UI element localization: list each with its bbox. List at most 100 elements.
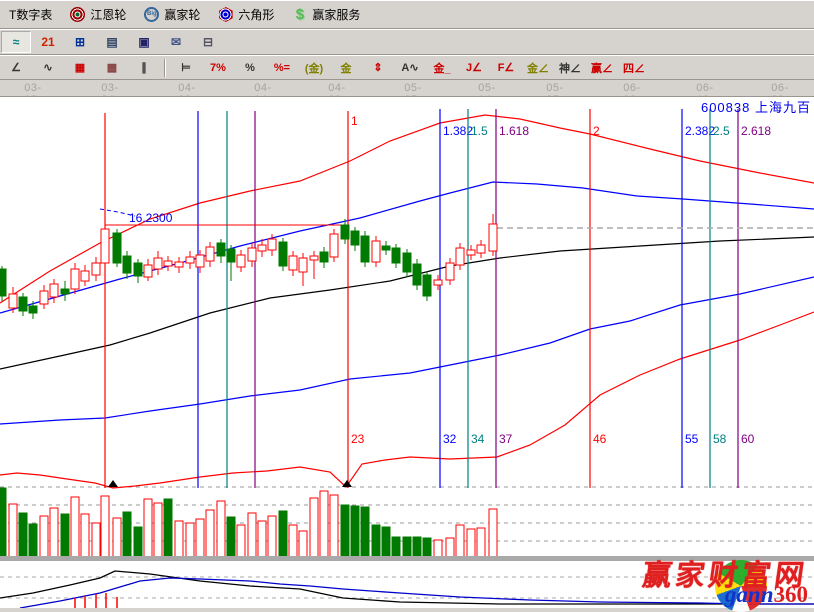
candle-up[interactable] [446,263,454,280]
candle-up[interactable] [310,256,318,260]
volume-bar[interactable] [413,537,421,557]
volume-bar[interactable] [392,537,400,557]
percent-retrace-button[interactable]: %= [267,57,297,79]
chart-area[interactable]: 600838 上海九百 1231.382321.5341.618372462.3… [0,96,814,608]
notebook-button[interactable]: ▤ [97,31,127,53]
volume-bar[interactable] [50,508,58,557]
volume-bar[interactable] [134,527,142,557]
volume-bar[interactable] [372,525,380,557]
volume-bar[interactable] [164,499,172,557]
measure-pen-button[interactable]: ⇕ [363,57,393,79]
candle-down[interactable] [341,225,349,239]
volume-bar[interactable] [423,538,431,557]
angle-F-button[interactable]: F∠ [491,57,521,79]
candle-down[interactable] [123,256,131,273]
volume-bar[interactable] [403,537,411,557]
gold-section-circle-button[interactable]: (金) [299,57,329,79]
candle-up[interactable] [456,248,464,265]
volume-bar[interactable] [29,524,37,557]
wave-count-button[interactable]: A∿ [395,57,425,79]
candle-down[interactable] [61,289,69,294]
candle-up[interactable] [175,262,183,267]
send-mail-button[interactable]: ✉ [161,31,191,53]
candle-up[interactable] [9,294,17,308]
tools-cart-button[interactable]: ⊟ [193,31,223,53]
candle-down[interactable] [279,242,287,266]
gann-analysis-button[interactable]: ≈ [1,31,31,53]
candle-up[interactable] [144,265,152,277]
volume-bar[interactable] [123,512,131,557]
calendar-21-button[interactable]: 21 [33,31,63,53]
gann-grid-button[interactable]: ▦ [65,57,95,79]
candle-up[interactable] [164,261,172,266]
volume-bar[interactable] [489,509,497,557]
menu-item-winner-service[interactable]: $赢家服务 [283,1,369,28]
candle-up[interactable] [196,255,204,267]
volume-bar[interactable] [279,511,287,557]
angle-gold-button[interactable]: 金∠ [523,57,553,79]
volume-bar[interactable] [320,491,328,557]
gann-fan-button[interactable]: ∠ [1,57,31,79]
volume-bar[interactable] [268,516,276,557]
volume-bar[interactable] [258,521,266,557]
volume-bar[interactable] [9,504,17,557]
candle-up[interactable] [71,269,79,289]
angle-J-button[interactable]: J∠ [459,57,489,79]
candle-down[interactable] [19,297,27,311]
candle-up[interactable] [92,263,100,275]
volume-bar[interactable] [113,518,121,557]
candlestick-chart[interactable]: 1231.382321.5341.618372462.382552.5582.6… [0,97,814,608]
gold-underline-button[interactable]: 金_ [427,57,457,79]
menu-item-gann-wheel[interactable]: 江恩轮 [61,1,135,28]
candle-up[interactable] [154,258,162,269]
candle-up[interactable] [237,255,245,267]
price-scale-button[interactable]: ⊨ [171,57,201,79]
volume-bar[interactable] [299,531,307,557]
volume-bar[interactable] [330,495,338,557]
percent-line-button[interactable]: 7% [203,57,233,79]
volume-bar[interactable] [206,510,214,557]
candle-up[interactable] [467,250,475,255]
volume-bar[interactable] [175,521,183,557]
calculator-button[interactable]: ⊞ [65,31,95,53]
candle-up[interactable] [40,291,48,304]
volume-bar[interactable] [467,529,475,557]
volume-bar[interactable] [382,527,390,557]
candle-up[interactable] [489,224,497,251]
volume-bar[interactable] [0,488,6,557]
volume-bar[interactable] [186,523,194,557]
candle-down[interactable] [403,253,411,272]
volume-bar[interactable] [101,496,109,557]
volume-bar[interactable] [61,514,69,557]
volume-bar[interactable] [154,503,162,557]
percent-button[interactable]: % [235,57,265,79]
volume-bar[interactable] [361,507,369,557]
candle-down[interactable] [392,248,400,263]
candle-up[interactable] [477,245,485,253]
menu-item-t-digital-table[interactable]: T数字表 [0,1,61,28]
volume-bar[interactable] [434,540,442,557]
candle-up[interactable] [186,257,194,263]
volume-bar[interactable] [289,525,297,557]
volume-bar[interactable] [144,499,152,557]
candle-down[interactable] [113,233,121,263]
candle-down[interactable] [351,231,359,245]
candle-down[interactable] [227,249,235,262]
volume-bar[interactable] [310,498,318,557]
candle-down[interactable] [0,269,6,296]
volume-bar[interactable] [19,513,27,557]
save-floppy-button[interactable]: ▣ [129,31,159,53]
candle-up[interactable] [268,239,276,250]
candle-up[interactable] [299,258,307,272]
candle-up[interactable] [101,229,109,263]
candle-down[interactable] [413,264,421,285]
candle-down[interactable] [29,306,37,313]
gold-section-lines-button[interactable]: 金 [331,57,361,79]
angle-shen-button[interactable]: 神∠ [555,57,585,79]
candle-down[interactable] [382,246,390,250]
panel-separator[interactable] [0,556,814,561]
menu-item-hexagon[interactable]: 六角形 [209,1,283,28]
candle-up[interactable] [434,280,442,285]
volume-bar[interactable] [237,525,245,557]
candle-up[interactable] [372,241,380,262]
